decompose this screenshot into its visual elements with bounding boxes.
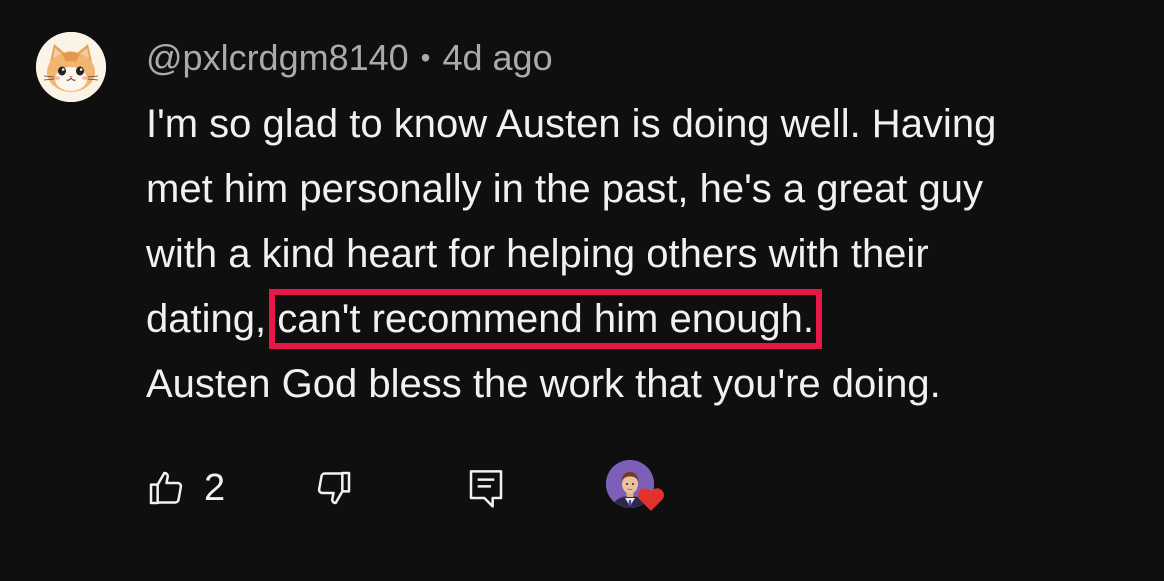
cat-avatar-icon bbox=[36, 32, 106, 102]
comment-actions: 2 bbox=[146, 460, 706, 516]
thumbs-up-icon bbox=[149, 471, 183, 505]
author-handle[interactable]: @pxlcrdgm8140 bbox=[146, 37, 409, 78]
author-avatar[interactable] bbox=[36, 32, 106, 102]
comment-line: dating, can't recommend him enough. bbox=[146, 287, 1146, 352]
comment-line-text: dating, bbox=[146, 297, 278, 341]
creator-heart-badge bbox=[606, 460, 670, 520]
like-button[interactable]: 2 bbox=[146, 460, 225, 516]
comment-line: met him personally in the past, he's a g… bbox=[146, 167, 983, 211]
like-count: 2 bbox=[204, 466, 226, 509]
comment-meta: @pxlcrdgm8140 • 4d ago bbox=[146, 36, 553, 80]
meta-separator: • bbox=[420, 42, 431, 73]
reply-comment-icon bbox=[469, 470, 503, 508]
comment-line: Austen God bless the work that you're do… bbox=[146, 362, 941, 406]
highlighted-phrase: can't recommend him enough. bbox=[269, 289, 823, 349]
comment-line: with a kind heart for helping others wit… bbox=[146, 232, 929, 276]
reply-button[interactable] bbox=[466, 460, 506, 516]
comment-line: I'm so glad to know Austen is doing well… bbox=[146, 102, 997, 146]
comment-text: I'm so glad to know Austen is doing well… bbox=[146, 92, 1146, 417]
thumbs-down-icon bbox=[317, 471, 351, 505]
comment-timestamp[interactable]: 4d ago bbox=[442, 37, 552, 78]
heart-icon bbox=[638, 488, 664, 511]
dislike-button[interactable] bbox=[314, 460, 354, 516]
